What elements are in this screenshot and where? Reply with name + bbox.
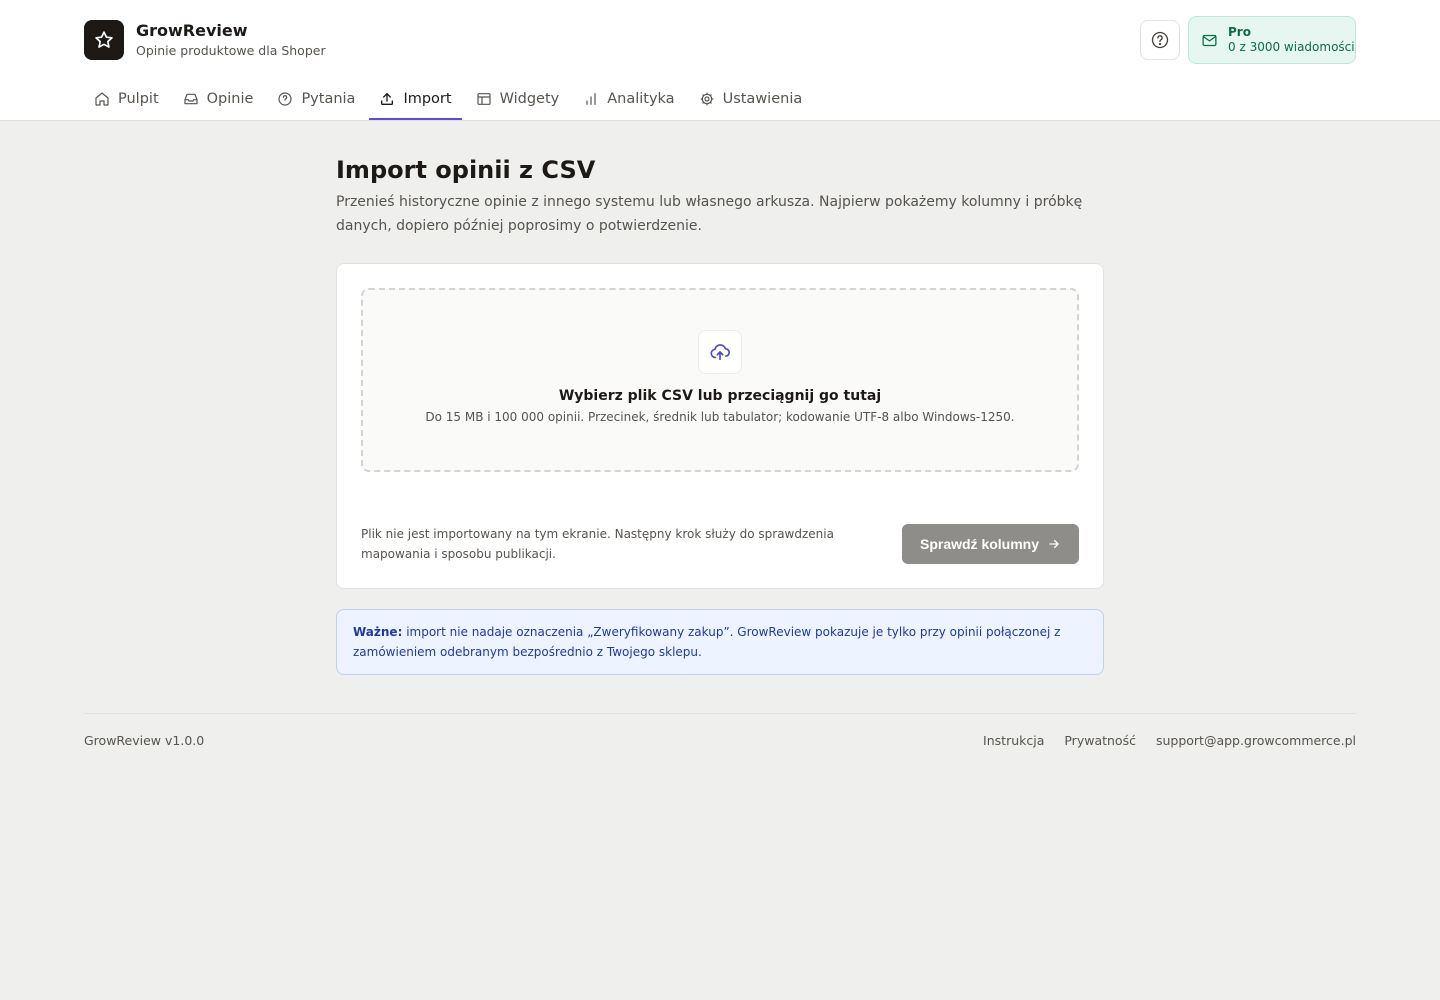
tab-import[interactable]: Import <box>369 78 462 120</box>
app-header: GrowReview Opinie produktowe dla Shoper … <box>0 0 1440 121</box>
tab-label: Analityka <box>607 91 675 107</box>
import-card: Wybierz plik CSV lub przeciągnij go tuta… <box>336 263 1104 589</box>
check-columns-button[interactable]: Sprawdź kolumny <box>902 524 1079 564</box>
star-icon <box>84 20 124 60</box>
inbox-icon <box>184 93 198 105</box>
tab-widgety[interactable]: Widgety <box>466 78 570 120</box>
question-icon <box>278 92 293 106</box>
tab-ustawienia[interactable]: Ustawienia <box>689 78 813 120</box>
tab-label: Ustawienia <box>722 91 803 107</box>
layout-icon <box>476 93 491 105</box>
footer-link-prywatnosc[interactable]: Prywatność <box>1064 733 1136 748</box>
home-icon <box>95 92 109 106</box>
button-label: Sprawdź kolumny <box>919 536 1040 552</box>
tab-label: Widgety <box>499 91 560 107</box>
tab-pulpit[interactable]: Pulpit <box>84 78 169 120</box>
page-title: Import opinii z CSV <box>336 156 596 184</box>
tab-label: Pytania <box>301 91 356 107</box>
help-button[interactable] <box>1140 20 1180 60</box>
app-name: GrowReview <box>136 21 248 40</box>
main-nav: Pulpit Opinie Pytania Import Widgety Ana… <box>84 78 816 120</box>
footer-link-support-email[interactable]: support@app.growcommerce.pl <box>1156 733 1356 748</box>
csv-dropzone[interactable]: Wybierz plik CSV lub przeciągnij go tuta… <box>361 288 1079 472</box>
page-description: Przenieś historyczne opinie z innego sys… <box>336 194 1083 234</box>
brand[interactable]: GrowReview Opinie produktowe dla Shoper <box>84 20 326 60</box>
tab-pytania[interactable]: Pytania <box>267 78 365 120</box>
gear-icon <box>700 92 713 106</box>
footer-link-instrukcja[interactable]: Instrukcja <box>983 733 1044 748</box>
question-circle-icon <box>1151 31 1169 49</box>
tab-label: Opinie <box>206 91 254 107</box>
next-step-note: Plik nie jest importowany na tym ekranie… <box>361 527 834 561</box>
footer-links: Instrukcja Prywatność support@app.growco… <box>967 733 1356 748</box>
arrow-right-icon <box>1049 539 1059 549</box>
bar-chart-icon <box>586 93 596 105</box>
app-subtitle: Opinie produktowe dla Shoper <box>136 43 326 58</box>
app-version: GrowReview v1.0.0 <box>84 733 205 748</box>
tab-analityka[interactable]: Analityka <box>573 78 684 120</box>
card-footer: Plik nie jest importowany na tym ekranie… <box>361 524 1079 564</box>
dropzone-hint: Do 15 MB i 100 000 opinii. Przecinek, śr… <box>425 410 1015 424</box>
plan-badge[interactable]: Pro 0 z 3000 wiadomości <box>1188 16 1356 64</box>
upload-icon <box>381 93 394 105</box>
plan-name: Pro <box>1228 25 1251 39</box>
cloud-upload-icon <box>698 330 742 374</box>
main-content: Import opinii z CSV Przenieś historyczne… <box>336 153 1104 675</box>
dropzone-title: Wybierz plik CSV lub przeciągnij go tuta… <box>558 388 882 404</box>
mail-icon <box>1202 34 1217 46</box>
tab-label: Pulpit <box>118 91 159 107</box>
page-footer: GrowReview v1.0.0 Instrukcja Prywatność … <box>84 713 1356 748</box>
plan-usage: 0 z 3000 wiadomości <box>1228 40 1355 54</box>
verified-purchase-notice: Ważne: import nie nadaje oznaczenia „Zwe… <box>336 609 1104 675</box>
tab-label: Import <box>403 91 452 107</box>
tab-opinie[interactable]: Opinie <box>173 78 264 120</box>
notice-text: import nie nadaje oznaczenia „Zweryfikow… <box>353 625 1061 659</box>
notice-strong: Ważne: <box>353 625 403 639</box>
